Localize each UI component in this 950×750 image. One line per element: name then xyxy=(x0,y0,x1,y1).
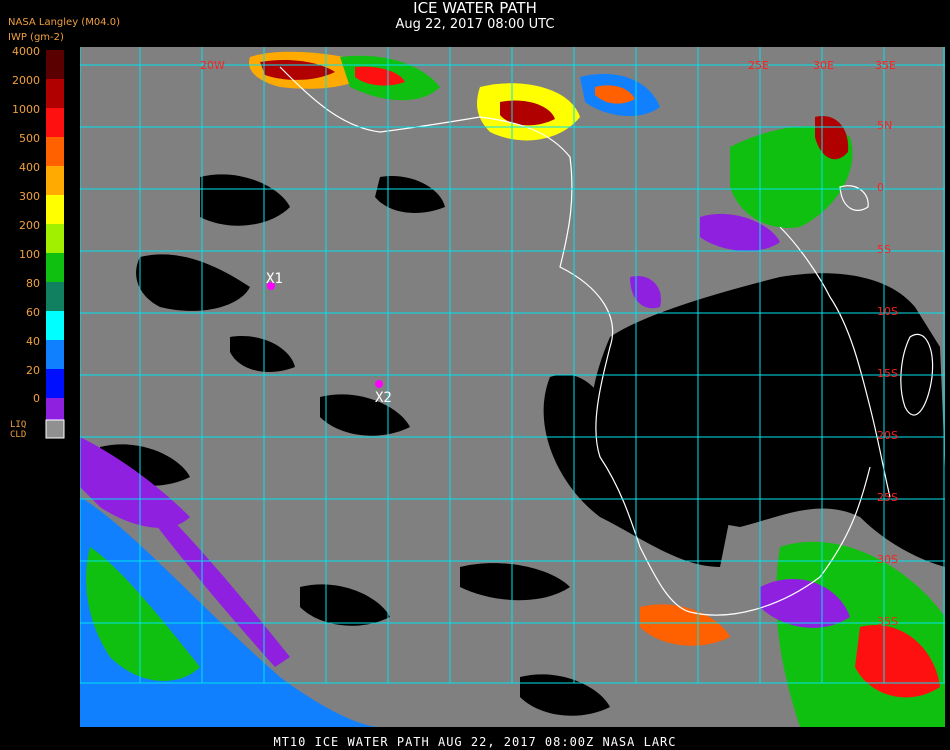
latitude-label: 0 xyxy=(877,181,884,194)
latitude-label: 5S xyxy=(877,243,891,256)
longitude-label: 20W xyxy=(200,59,225,72)
longitude-label: 35E xyxy=(875,59,896,72)
liquid-cloud-label-line1: LIQ xyxy=(10,420,27,430)
legend-swatch xyxy=(46,166,64,195)
color-legend: 4000 2000 1000 500 400 300 200 100 80 60… xyxy=(0,0,80,750)
marker-x2-dot xyxy=(375,380,383,388)
legend-swatch xyxy=(46,311,64,340)
legend-swatch xyxy=(46,224,64,253)
latitude-label: 10S xyxy=(877,305,898,318)
legend-swatches xyxy=(45,50,65,439)
legend-swatch xyxy=(46,79,64,108)
legend-swatch xyxy=(46,340,64,369)
legend-swatch xyxy=(46,108,64,137)
latitude-label: 25S xyxy=(877,491,898,504)
footer-caption: MT10 ICE WATER PATH AUG 22, 2017 08:00Z … xyxy=(273,735,677,749)
legend-swatch xyxy=(46,137,64,166)
longitude-label: 30E xyxy=(813,59,834,72)
liquid-cloud-swatch xyxy=(45,419,65,439)
legend-swatch xyxy=(46,253,64,282)
latitude-label: 35S xyxy=(877,615,898,628)
map-timestamp: Aug 22, 2017 08:00 UTC xyxy=(395,17,555,32)
legend-swatch xyxy=(46,50,64,79)
marker-x2-label: X2 xyxy=(375,390,392,406)
longitude-label: 25E xyxy=(748,59,769,72)
legend-swatch xyxy=(46,282,64,311)
marker-x1-label: X1 xyxy=(266,271,283,287)
legend-swatch xyxy=(46,195,64,224)
liquid-cloud-label-line2: CLD xyxy=(10,430,27,440)
liquid-cloud-label: LIQ CLD xyxy=(10,420,26,440)
latitude-label: 15S xyxy=(877,367,898,380)
legend-swatch xyxy=(46,369,64,398)
latitude-label: 20S xyxy=(877,429,898,442)
satellite-map: 20W 25E 30E 35E 5N 0 5S 10S 15S 20S 25S … xyxy=(80,47,945,727)
map-title: ICE WATER PATH xyxy=(413,0,537,17)
latitude-label: 5N xyxy=(877,119,892,132)
latitude-label: 30S xyxy=(877,553,898,566)
